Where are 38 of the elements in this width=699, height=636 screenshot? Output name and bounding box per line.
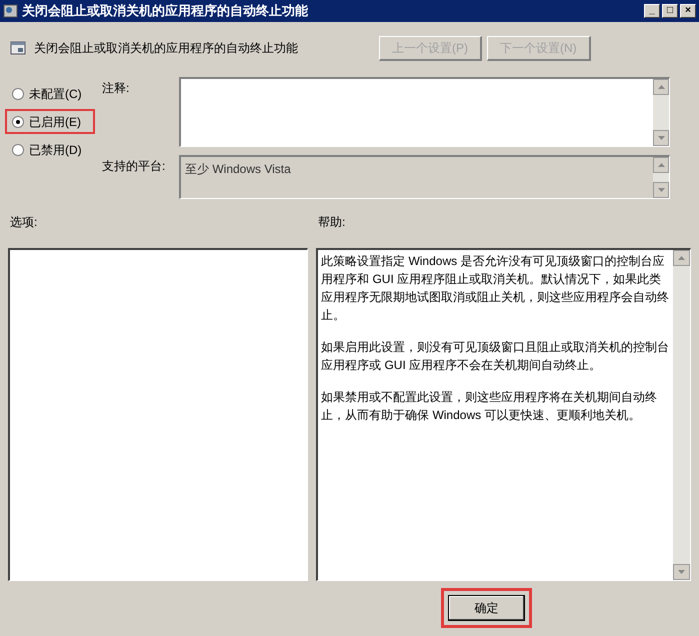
options-label: 选项:	[10, 214, 38, 231]
comment-field[interactable]	[179, 77, 670, 147]
help-paragraph: 此策略设置指定 Windows 是否允许没有可见顶级窗口的控制台应用程序和 GUI 应用程序阻止或取消关机。默认情况下，如果此类应用程序无限期地试图取消或阻止关机，则这些应用程序会自动终止。	[321, 253, 670, 324]
scrollbar[interactable]	[673, 250, 690, 580]
help-label: 帮助:	[318, 214, 346, 231]
radio-option[interactable]: 已禁用(D)	[12, 140, 82, 158]
scroll-down-button[interactable]	[673, 564, 690, 580]
scroll-up-button[interactable]	[653, 157, 669, 173]
radio-option[interactable]: 已启用(E)	[12, 112, 81, 130]
setting-title: 关闭会阻止或取消关机的应用程序的自动终止功能	[34, 40, 299, 57]
scrollbar[interactable]	[653, 157, 669, 198]
ok-button[interactable]: 确定	[448, 595, 525, 621]
scrollbar[interactable]	[653, 79, 669, 146]
scroll-down-button[interactable]	[653, 130, 669, 146]
up-arrow-icon	[658, 85, 664, 89]
close-button[interactable]: ×	[680, 4, 696, 18]
window-icon	[3, 3, 19, 19]
radio-button[interactable]	[12, 88, 24, 100]
help-paragraph: 如果启用此设置，则没有可见顶级窗口且阻止或取消关机的控制台应用程序或 GUI 应用程序不会在关机期间自动终止。	[321, 339, 670, 374]
radio-button[interactable]	[12, 116, 24, 128]
comment-label: 注释:	[102, 80, 130, 97]
settings-icon	[10, 40, 26, 56]
radio-button[interactable]	[12, 144, 24, 156]
down-arrow-icon	[678, 570, 685, 574]
maximize-button[interactable]: □	[662, 4, 678, 18]
down-arrow-icon	[658, 136, 664, 140]
platform-value: 至少 Windows Vista	[184, 161, 292, 178]
scroll-up-button[interactable]	[653, 79, 669, 95]
help-paragraph: 如果禁用或不配置此设置，则这些应用程序将在关机期间自动终止，从而有助于确保 Windows 可以更快速、更顺利地关机。	[321, 389, 658, 424]
minimize-button[interactable]: _	[644, 4, 660, 18]
down-arrow-icon	[658, 188, 664, 192]
up-arrow-icon	[678, 256, 685, 260]
window-title: 关闭会阻止或取消关机的应用程序的自动终止功能	[22, 2, 309, 20]
up-arrow-icon	[658, 163, 664, 167]
scroll-down-button[interactable]	[653, 182, 669, 198]
radio-option[interactable]: 未配置(C)	[12, 84, 82, 102]
scroll-up-button[interactable]	[673, 250, 690, 266]
platform-label: 支持的平台:	[102, 158, 166, 175]
